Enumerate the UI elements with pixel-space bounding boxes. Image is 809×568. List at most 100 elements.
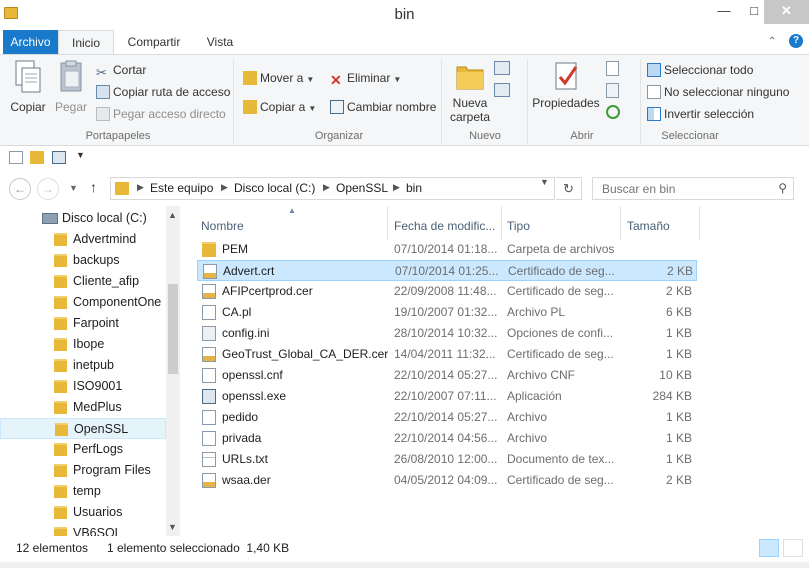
column-header-date[interactable]: Fecha de modific... [394,212,495,240]
column-divider[interactable] [501,206,502,240]
column-header-type[interactable]: Tipo [507,212,530,240]
nav-scrollbar[interactable]: ▲ ▼ [166,206,180,536]
minimize-button[interactable]: — [709,0,739,24]
file-size: 6 KB [665,305,692,319]
search-icon[interactable]: ⚲ [778,181,787,195]
file-row[interactable]: Advert.crt 07/10/2014 01:25... Certificado… [197,260,697,281]
file-type: Certificado de seg... [507,284,614,298]
search-box[interactable]: ⚲ [592,177,794,200]
paste-shortcut-button[interactable]: Pegar acceso directo [96,105,226,123]
file-row[interactable]: openssl.exe 22/10/2007 07:11... Aplicación… [197,386,697,407]
search-input[interactable] [593,178,773,199]
nav-item-label: backups [73,253,120,267]
new-item-icon[interactable] [494,61,510,75]
file-row[interactable]: URLs.txt 26/08/2010 12:00... Documento de … [197,449,697,470]
copy-path-button[interactable]: Copiar ruta de acceso [96,83,230,101]
refresh-button[interactable]: ↻ [556,177,582,200]
column-divider[interactable] [387,206,388,240]
nav-folder-item[interactable]: temp [0,481,166,502]
back-button[interactable]: ← [9,178,31,200]
settings-file-icon [202,326,216,341]
new-folder-button[interactable]: Nueva carpeta [447,59,493,124]
nav-folder-item[interactable]: VB6SQL [0,523,166,536]
properties-quick-icon[interactable] [9,151,23,164]
cut-button[interactable]: ✂ Cortar [96,61,146,80]
nav-folder-item[interactable]: Farpoint [0,313,166,334]
tab-file[interactable]: Archivo [3,30,58,54]
invert-selection-label: Invertir selección [664,107,755,121]
file-row[interactable]: openssl.cnf 22/10/2014 05:27... Archivo CN… [197,365,697,386]
history-icon[interactable] [606,105,620,119]
folder-icon [54,317,67,330]
nav-folder-item[interactable]: PerfLogs [0,439,166,460]
file-row[interactable]: GeoTrust_Global_CA_DER.cer 14/04/2011 11:… [197,344,697,365]
select-all-button[interactable]: Seleccionar todo [647,61,753,79]
file-row[interactable]: wsaa.der 04/05/2012 04:09... Certificado d… [197,470,697,491]
column-divider[interactable] [620,206,621,240]
file-row[interactable]: privada 22/10/2014 04:56... Archivo 1 KB [197,428,697,449]
scroll-down-icon[interactable]: ▼ [168,522,177,532]
scrollbar-thumb[interactable] [168,284,178,374]
nav-folder-item[interactable]: Ibope [0,334,166,355]
nav-folder-item[interactable]: Cliente_afip [0,271,166,292]
move-to-button[interactable]: Mover a ▼ [243,69,314,87]
column-header-size[interactable]: Tamaño [627,212,670,240]
paste-button[interactable]: Pegar [52,59,90,114]
up-button[interactable]: ↑ [90,179,97,195]
nav-folder-item[interactable]: Advertmind [0,229,166,250]
file-row[interactable]: AFIPcertprod.cer 22/09/2008 11:48... Certi… [197,281,697,302]
tab-view[interactable]: Vista [196,30,244,54]
nav-item-label: ISO9001 [73,379,123,393]
nav-folder-item[interactable]: backups [0,250,166,271]
recent-locations-icon[interactable]: ▼ [69,183,78,193]
help-icon[interactable]: ? [789,34,803,48]
address-dropdown-icon[interactable]: ▼ [540,177,549,187]
tab-share[interactable]: Compartir [118,30,190,54]
details-view-button[interactable] [759,539,779,557]
address-bar[interactable]: ▶ Este equipo ▶ Disco local (C:) ▶ OpenS… [110,177,555,200]
breadcrumb-local-disk[interactable]: Disco local (C:) [234,181,315,195]
column-header-name[interactable]: Nombre [201,212,244,240]
nav-folder-item[interactable]: Program Files [0,460,166,481]
file-row[interactable]: pedido 22/10/2014 05:27... Archivo 1 KB [197,407,697,428]
rename-quick-icon[interactable] [52,151,66,164]
nav-folder-item[interactable]: ISO9001 [0,376,166,397]
nav-folder-item[interactable]: OpenSSL [0,418,166,439]
nav-folder-item[interactable]: inetpub [0,355,166,376]
breadcrumb-openssl[interactable]: OpenSSL [336,181,388,195]
breadcrumb-bin[interactable]: bin [406,181,422,195]
forward-button[interactable]: → [37,178,59,200]
easy-access-icon[interactable] [494,83,510,97]
nav-folder-item[interactable]: ComponentOne [0,292,166,313]
sort-ascending-icon: ▲ [288,206,296,215]
breadcrumb-this-pc[interactable]: Este equipo [150,181,213,195]
nav-folder-item[interactable]: MedPlus [0,397,166,418]
tab-home[interactable]: Inicio [58,30,114,54]
customize-quick-access-icon[interactable]: ▼ [76,150,86,163]
rename-button[interactable]: Cambiar nombre [330,98,436,116]
folder-icon [54,233,67,246]
delete-button[interactable]: ✕ Eliminar ▼ [330,69,401,87]
file-date: 07/10/2014 01:18... [394,242,498,256]
file-size: 284 KB [652,389,692,403]
scroll-up-icon[interactable]: ▲ [168,210,177,220]
properties-icon [555,62,578,90]
open-icon[interactable] [606,61,619,76]
copy-to-button[interactable]: Copiar a ▼ [243,98,316,116]
file-row[interactable]: PEM 07/10/2014 01:18... Carpeta de archivo… [197,239,697,260]
edit-icon[interactable] [606,83,619,98]
properties-button[interactable]: Propiedades [532,59,600,110]
file-row[interactable]: config.ini 28/10/2014 10:32... Opciones de… [197,323,697,344]
select-all-icon [647,63,661,77]
column-divider[interactable] [699,206,700,240]
copy-button[interactable]: Copiar [8,59,48,114]
large-icons-view-button[interactable] [783,539,803,557]
select-none-button[interactable]: No seleccionar ninguno [647,83,789,101]
invert-selection-button[interactable]: Invertir selección [647,105,754,123]
new-folder-quick-icon[interactable] [30,151,44,164]
file-row[interactable]: CA.pl 19/10/2007 01:32... Archivo PL 6 KB [197,302,697,323]
nav-item-local-disk[interactable]: Disco local (C:) [0,208,166,229]
nav-folder-item[interactable]: Usuarios [0,502,166,523]
collapse-ribbon-icon[interactable]: ⌃ [768,36,776,47]
close-button[interactable]: ✕ [764,0,809,24]
